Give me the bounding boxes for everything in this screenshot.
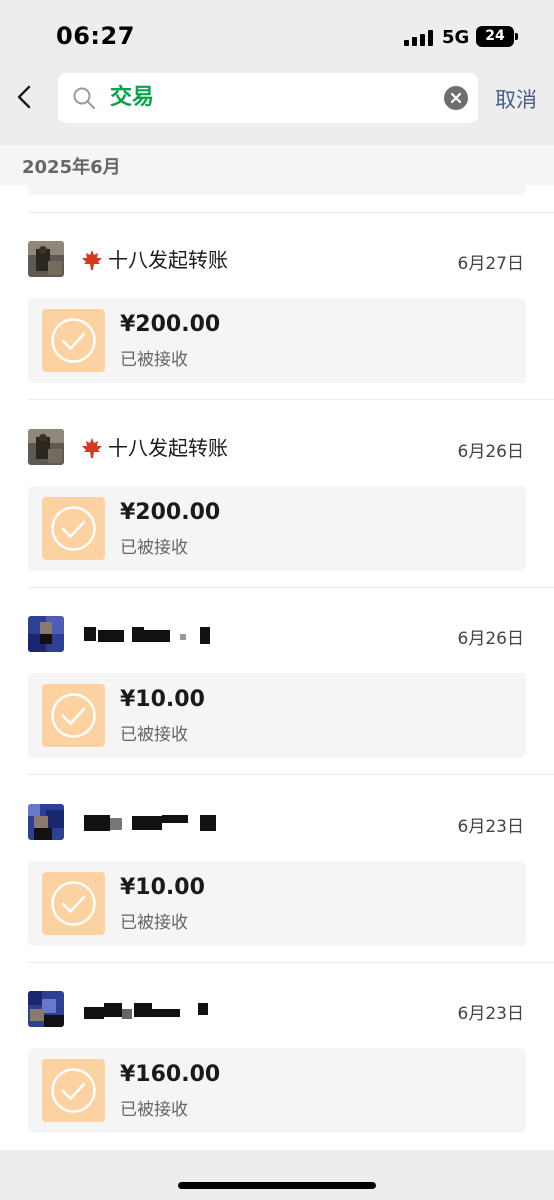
avatar <box>28 616 64 652</box>
maple-leaf-icon <box>82 438 102 458</box>
transfer-status: 已被接收 <box>120 350 188 370</box>
avatar <box>28 991 64 1027</box>
avatar <box>28 804 64 840</box>
check-circle-icon <box>42 872 105 935</box>
transfer-card[interactable]: ¥200.00 已被接收 <box>28 298 526 383</box>
back-button[interactable] <box>10 82 40 112</box>
status-bar: 06:27 5G 24 <box>0 0 554 70</box>
transaction-date: 6月27日 <box>457 254 524 274</box>
check-circle-icon <box>42 684 105 747</box>
redacted-name <box>84 999 224 1019</box>
transfer-card[interactable]: ¥160.00 已被接收 <box>28 1048 526 1133</box>
sender-label: 十八发起转账 <box>108 248 228 272</box>
transaction-item[interactable]: 6月26日 ¥10.00 已被接收 <box>0 588 554 775</box>
avatar <box>28 429 64 465</box>
avatar <box>28 241 64 277</box>
transfer-card[interactable]: ¥200.00 已被接收 <box>28 486 526 571</box>
sender-label: 十八发起转账 <box>108 436 228 460</box>
check-circle-icon <box>42 309 105 372</box>
transfer-amount: ¥160.00 <box>120 1062 221 1087</box>
transfer-card[interactable]: ¥10.00 已被接收 <box>28 673 526 758</box>
transfer-amount: ¥200.00 <box>120 312 221 337</box>
month-section-header: 2025年6月 <box>0 145 554 185</box>
transaction-item[interactable]: 6月23日 ¥10.00 已被接收 <box>0 776 554 963</box>
transfer-status: 已被接收 <box>120 1100 188 1120</box>
transaction-date: 6月23日 <box>457 817 524 837</box>
search-header: 交易 取消 <box>0 70 554 145</box>
transfer-amount: ¥10.00 <box>120 687 205 712</box>
divider <box>28 399 554 400</box>
status-time: 06:27 <box>56 22 135 50</box>
transfer-amount: ¥10.00 <box>120 875 205 900</box>
transaction-date: 6月26日 <box>457 629 524 649</box>
search-input[interactable]: 交易 <box>110 73 154 123</box>
previous-card-edge <box>28 185 526 195</box>
transaction-date: 6月26日 <box>457 442 524 462</box>
transfer-status: 已被接收 <box>120 538 188 558</box>
redacted-name <box>84 812 224 832</box>
transaction-item[interactable]: 6月23日 ¥160.00 已被接收 <box>0 963 554 1150</box>
network-label: 5G <box>442 27 470 48</box>
search-icon <box>72 86 96 110</box>
divider <box>28 774 554 775</box>
check-circle-icon <box>42 497 105 560</box>
battery-icon: 24 <box>476 26 518 47</box>
transfer-amount: ¥200.00 <box>120 500 221 525</box>
transaction-item[interactable]: 十八发起转账 6月27日 ¥200.00 已被接收 <box>0 213 554 400</box>
home-indicator[interactable] <box>178 1182 376 1189</box>
sender-name: 十八发起转账 <box>80 245 228 275</box>
check-circle-icon <box>42 1059 105 1122</box>
sender-name: 十八发起转账 <box>80 433 228 463</box>
transfer-status: 已被接收 <box>120 913 188 933</box>
transfer-card[interactable]: ¥10.00 已被接收 <box>28 861 526 946</box>
bottom-bar <box>0 1150 554 1200</box>
transfer-status: 已被接收 <box>120 725 188 745</box>
clear-icon[interactable] <box>444 86 468 110</box>
search-box[interactable]: 交易 <box>58 73 478 123</box>
signal-icon <box>404 30 434 46</box>
transaction-date: 6月23日 <box>457 1004 524 1024</box>
chevron-left-icon <box>17 85 31 109</box>
maple-leaf-icon <box>82 250 102 270</box>
cancel-button[interactable]: 取消 <box>495 84 537 114</box>
redacted-name <box>84 624 224 644</box>
transaction-item[interactable]: 十八发起转账 6月26日 ¥200.00 已被接收 <box>0 401 554 588</box>
month-label: 2025年6月 <box>22 157 121 178</box>
